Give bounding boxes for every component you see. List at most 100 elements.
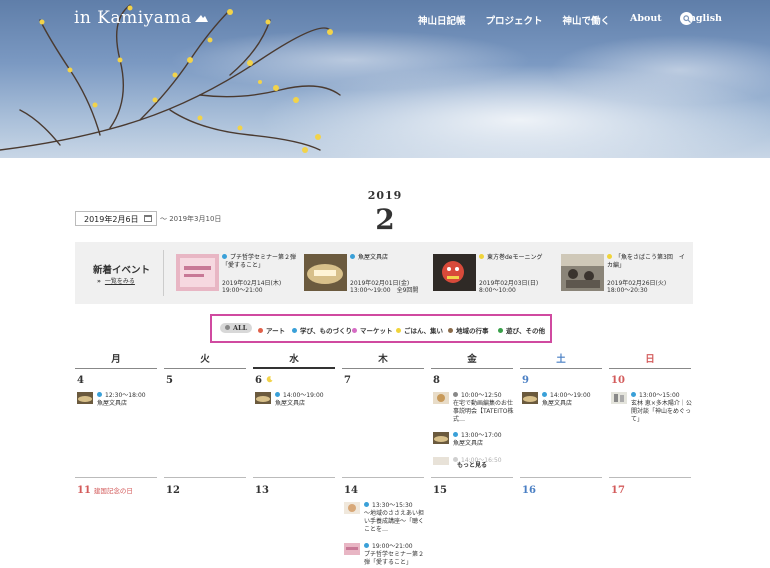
day-cell[interactable]: 11 建国記念の日 <box>77 485 167 499</box>
filter-learning[interactable]: 学び、ものづくり <box>292 325 352 335</box>
day-cell[interactable]: 16 <box>522 485 604 499</box>
event-thumbnail <box>304 254 347 291</box>
event-thumbnail <box>77 392 93 404</box>
day-cell[interactable]: 12 <box>166 485 248 499</box>
day-cell[interactable]: 14 13:30～15:30 〜地域のささえあい担い手養成講座〜「聴くことを… 1… <box>344 485 426 566</box>
day-number: 7 <box>344 375 351 386</box>
new-events-title: 新着イベント <box>93 265 151 276</box>
filter-local-events[interactable]: 地域の行事 <box>448 325 489 335</box>
event-time: 13:00～17:00 <box>461 432 502 439</box>
filter-market[interactable]: マーケット <box>352 325 393 335</box>
calendar-event[interactable]: 12:30～18:00 魚屋文具店 <box>77 392 159 414</box>
calendar-icon[interactable] <box>144 215 152 222</box>
site-logo[interactable]: in Kamiyama <box>74 8 208 28</box>
event-time: 14:00～19:00 <box>283 392 324 399</box>
day-cell[interactable]: 8 10:00～12:50 在宅で動画編集のお仕事説明会【TATEITO株式… 1… <box>433 375 515 469</box>
day-cell[interactable]: 13 <box>255 485 337 499</box>
day-number: 11 <box>77 485 91 496</box>
event-thumbnail <box>561 254 604 291</box>
new-event-date: 2019年02月03日(日) <box>479 280 539 287</box>
date-picker[interactable]: 2019年2月6日 <box>75 211 157 226</box>
event-time: 12:30～18:00 <box>105 392 146 399</box>
search-button[interactable] <box>680 12 693 25</box>
day-number: 12 <box>166 485 180 496</box>
calendar-event[interactable]: 19:00～21:00 プチ哲学セミナー第２弾「愛すること」 <box>344 543 426 566</box>
nav-item-project[interactable]: プロジェクト <box>486 13 543 27</box>
nav-item-about[interactable]: About <box>630 13 662 27</box>
calendar-event[interactable]: 10:00～12:50 在宅で動画編集のお仕事説明会【TATEITO株式… <box>433 392 515 429</box>
day-cell[interactable]: 15 <box>433 485 515 499</box>
filter-art[interactable]: アート <box>258 325 285 335</box>
mountain-icon <box>194 15 208 22</box>
category-dot <box>222 254 227 259</box>
nav-item-work[interactable]: 神山で働く <box>563 13 611 27</box>
calendar-event[interactable]: 14:00～19:00 魚屋文具店 <box>255 392 337 414</box>
new-event-title: 魚屋文具店 <box>358 254 389 261</box>
category-dot <box>542 392 547 397</box>
category-dot <box>350 254 355 259</box>
divider <box>164 477 246 478</box>
new-event-time: 8:00～10:00 <box>479 287 516 294</box>
new-event-time: 19:00～21:00 <box>222 287 263 294</box>
nav-item-diary[interactable]: 神山日記帳 <box>418 13 466 27</box>
day-cell[interactable]: 9 14:00～19:00 魚屋文具店 <box>522 375 604 414</box>
calendar-event[interactable]: 14:00～19:00 魚屋文具店 <box>522 392 604 414</box>
event-thumbnail <box>344 543 360 555</box>
category-dot <box>453 432 458 437</box>
filter-play[interactable]: 遊び、その他 <box>498 325 545 335</box>
day-cell[interactable]: 17 <box>611 485 693 499</box>
filter-all[interactable]: ALL <box>220 323 253 333</box>
event-title: 魚屋文具店 <box>275 400 306 407</box>
event-title: 〜地域のささえあい担い手養成講座〜「聴くことを… <box>364 510 425 533</box>
weekday-sun: 日 <box>609 351 691 369</box>
day-number: 15 <box>433 485 447 496</box>
event-title: 魚屋文具店 <box>97 400 128 407</box>
new-events-bar: 新着イベント » 一覧をみる プチ哲学セミナー第２弾「愛すること」 2019年02… <box>75 242 693 304</box>
calendar-event[interactable]: 13:00～15:00 玄林 恵×多木陽介｜公開対談「神山をめぐって」 <box>611 392 693 426</box>
event-title: 魚屋文具店 <box>453 440 484 447</box>
new-event-title: 東方巻deモーニング <box>487 254 543 261</box>
day-number: 16 <box>522 485 536 496</box>
day-cell[interactable]: 5 <box>166 375 248 389</box>
category-dot <box>364 502 369 507</box>
event-thumbnail <box>433 457 449 465</box>
filter-label: アート <box>266 327 286 335</box>
event-title: 玄林 恵×多木陽介｜公開対談「神山をめぐって」 <box>631 400 692 423</box>
new-event-time: 18:00～20:30 <box>607 287 648 294</box>
day-cell-today[interactable]: 6 14:00～19:00 魚屋文具店 <box>255 375 337 414</box>
event-thumbnail <box>344 502 360 514</box>
day-number: 5 <box>166 375 173 386</box>
day-number: 10 <box>611 375 625 386</box>
filter-label: ごはん、集い <box>404 327 443 335</box>
category-dot <box>631 392 636 397</box>
weekday-sat: 土 <box>520 351 602 369</box>
category-dot <box>453 392 458 397</box>
event-thumbnail <box>433 392 449 404</box>
calendar-year: 2019 <box>367 189 403 202</box>
event-title: 魚屋文具店 <box>542 400 573 407</box>
category-dot <box>448 328 453 333</box>
filter-food[interactable]: ごはん、集い <box>396 325 443 335</box>
more-events-link[interactable]: もっと見る <box>457 460 487 469</box>
calendar-event[interactable]: 13:00～17:00 魚屋文具店 <box>433 432 515 454</box>
weekday-fri: 金 <box>431 351 513 369</box>
new-event-date: 2019年02月26日(火) <box>607 280 667 287</box>
category-dot <box>364 543 369 548</box>
event-time: 14:00～19:00 <box>550 392 591 399</box>
date-to: ～ 2019年3月10日 <box>160 215 222 223</box>
site-logo-text: in Kamiyama <box>74 8 192 28</box>
filter-label: 地域の行事 <box>456 327 489 335</box>
divider <box>342 477 424 478</box>
calendar-event[interactable]: 13:30～15:30 〜地域のささえあい担い手養成講座〜「聴くことを… <box>344 502 426 540</box>
weekday-thu: 木 <box>342 351 424 369</box>
divider <box>431 477 513 478</box>
new-events-more-link[interactable]: » 一覧をみる <box>97 276 135 285</box>
day-cell[interactable]: 10 13:00～15:00 玄林 恵×多木陽介｜公開対談「神山をめぐって」 <box>611 375 693 426</box>
event-time: 13:00～15:00 <box>639 392 680 399</box>
day-cell[interactable]: 4 12:30～18:00 魚屋文具店 <box>77 375 159 414</box>
event-title: 在宅で動画編集のお仕事説明会【TATEITO株式… <box>453 400 514 423</box>
event-thumbnail <box>522 392 538 404</box>
new-event-time: 13:00～19:00 全9回開 <box>350 287 419 294</box>
event-thumbnail <box>611 392 627 404</box>
day-cell[interactable]: 7 <box>344 375 426 389</box>
